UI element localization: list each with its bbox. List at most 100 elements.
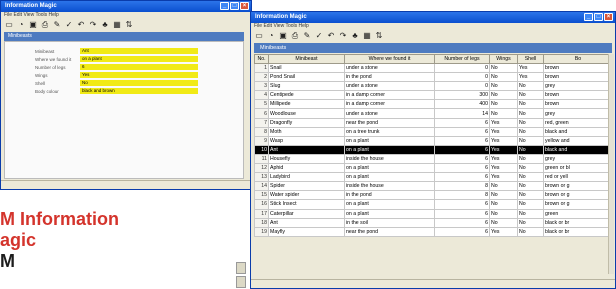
minimize-button[interactable]: _ [220, 2, 229, 10]
body-colour-cell[interactable]: yellow and [543, 135, 613, 146]
body-colour-cell[interactable]: black and [543, 144, 613, 155]
legs-cell[interactable]: 0 [434, 62, 490, 74]
minibeast-cell[interactable]: Stick Insect [268, 199, 345, 210]
body-colour-cell[interactable]: brown or g [543, 190, 613, 201]
minibeast-cell[interactable]: Ladybird [268, 172, 345, 183]
legs-field[interactable]: 6 [80, 64, 198, 70]
row-number[interactable]: 9 [254, 135, 269, 146]
table-row[interactable]: 11 Housefly inside the house 6 Yes No grey [254, 153, 613, 165]
minibeast-cell[interactable]: Moth [268, 126, 345, 137]
minimize-button[interactable]: _ [584, 13, 593, 21]
close-button[interactable]: × [240, 2, 249, 10]
legs-cell[interactable]: 6 [434, 117, 490, 128]
pencil-icon[interactable]: ✎ [303, 31, 311, 40]
shell-cell[interactable]: No [517, 126, 544, 137]
row-number[interactable]: 10 [254, 144, 269, 155]
legs-cell[interactable]: 6 [434, 163, 490, 174]
minibeast-cell[interactable]: Caterpillar [268, 208, 345, 219]
minibeast-cell[interactable]: Ant [268, 144, 345, 155]
row-number[interactable]: 16 [254, 199, 269, 210]
legs-cell[interactable]: 14 [434, 108, 490, 119]
legs-cell[interactable]: 6 [434, 153, 490, 165]
body-colour-cell[interactable]: brown or g [543, 181, 613, 192]
where-found-field[interactable]: on a plant [80, 56, 198, 62]
location-cell[interactable]: on a tree trunk [344, 126, 435, 137]
wings-cell[interactable]: No [489, 90, 518, 101]
column-header[interactable]: Minibeast [268, 54, 345, 64]
row-number[interactable]: 12 [254, 163, 269, 174]
shell-cell[interactable]: No [517, 99, 544, 110]
body-colour-cell[interactable]: brown [543, 90, 613, 101]
minibeast-cell[interactable]: Water spider [268, 190, 345, 201]
shell-cell[interactable]: No [517, 172, 544, 183]
app-shortcut-icon[interactable] [236, 276, 246, 288]
wings-cell[interactable]: No [489, 62, 518, 74]
legs-cell[interactable]: 6 [434, 226, 490, 237]
location-cell[interactable]: on a plant [344, 144, 435, 155]
legs-cell[interactable]: 6 [434, 208, 490, 219]
wings-cell[interactable]: Yes [489, 144, 518, 155]
body-colour-cell[interactable]: black and [543, 126, 613, 137]
minibeast-cell[interactable]: Dragonfly [268, 117, 345, 128]
location-cell[interactable]: on a plant [344, 172, 435, 183]
right-menubar[interactable]: File Edit View Tools Help [251, 23, 615, 30]
legs-cell[interactable]: 300 [434, 90, 490, 101]
location-cell[interactable]: near the pond [344, 226, 435, 237]
shell-cell[interactable]: Yes [517, 72, 544, 83]
location-cell[interactable]: in the pond [344, 190, 435, 201]
new-icon[interactable]: ▭ [255, 31, 263, 40]
table-row[interactable]: 5 Millipede in a damp corner 400 No No brown [254, 99, 613, 110]
wings-cell[interactable]: Yes [489, 126, 518, 137]
body-colour-cell[interactable]: brown [543, 62, 613, 74]
legs-cell[interactable]: 400 [434, 99, 490, 110]
location-cell[interactable]: under a stone [344, 62, 435, 74]
row-number[interactable]: 4 [254, 90, 269, 101]
table-row[interactable]: 8 Moth on a tree trunk 6 Yes No black and [254, 126, 613, 137]
body-colour-cell[interactable]: red, green [543, 117, 613, 128]
close-button[interactable]: × [604, 13, 613, 21]
redo-icon[interactable]: ↷ [339, 31, 347, 40]
body-colour-cell[interactable]: black or br [543, 226, 613, 237]
table-icon[interactable]: ▦ [363, 31, 371, 40]
maximize-button[interactable]: □ [230, 2, 239, 10]
shell-cell[interactable]: No [517, 181, 544, 192]
legs-cell[interactable]: 6 [434, 217, 490, 228]
shell-cell[interactable]: No [517, 108, 544, 119]
row-number[interactable]: 13 [254, 172, 269, 183]
location-cell[interactable]: in the pond [344, 72, 435, 83]
body-colour-cell[interactable]: grey [543, 108, 613, 119]
wings-cell[interactable]: No [489, 81, 518, 92]
wings-cell[interactable]: No [489, 190, 518, 201]
body-colour-cell[interactable]: brown or g [543, 199, 613, 210]
legs-cell[interactable]: 6 [434, 135, 490, 146]
maximize-button[interactable]: □ [594, 13, 603, 21]
minibeast-cell[interactable]: Aphid [268, 163, 345, 174]
table-row[interactable]: 4 Centipede in a damp corner 300 No No brown [254, 90, 613, 101]
legs-cell[interactable]: 8 [434, 181, 490, 192]
wings-cell[interactable]: No [489, 199, 518, 210]
table-row[interactable]: 6 Woodlouse under a stone 14 No No grey [254, 108, 613, 119]
location-cell[interactable]: on a plant [344, 163, 435, 174]
minibeast-cell[interactable]: Centipede [268, 90, 345, 101]
save-icon[interactable]: ▣ [279, 31, 287, 40]
table-row[interactable]: 16 Stick Insect on a plant 6 No No brown or g [254, 199, 613, 210]
legs-cell[interactable]: 6 [434, 126, 490, 137]
column-header[interactable]: Bo [543, 54, 613, 64]
wings-cell[interactable]: Yes [489, 226, 518, 237]
minibeast-field[interactable]: Ant [80, 48, 198, 54]
row-number[interactable]: 2 [254, 72, 269, 83]
minibeast-cell[interactable]: Ant [268, 217, 345, 228]
vertical-scrollbar[interactable] [608, 54, 614, 274]
location-cell[interactable]: on a plant [344, 208, 435, 219]
new-icon[interactable]: ▭ [5, 20, 13, 29]
shell-cell[interactable]: No [517, 208, 544, 219]
shell-cell[interactable]: No [517, 117, 544, 128]
legs-cell[interactable]: 6 [434, 172, 490, 183]
row-number[interactable]: 15 [254, 190, 269, 201]
column-header[interactable]: Where we found it [344, 54, 435, 64]
body-colour-cell[interactable]: red or yell [543, 172, 613, 183]
location-cell[interactable]: in a damp corner [344, 99, 435, 110]
row-number[interactable]: 7 [254, 117, 269, 128]
minibeast-cell[interactable]: Snail [268, 62, 345, 74]
left-window-titlebar[interactable]: Information Magic _ □ × [1, 1, 251, 12]
